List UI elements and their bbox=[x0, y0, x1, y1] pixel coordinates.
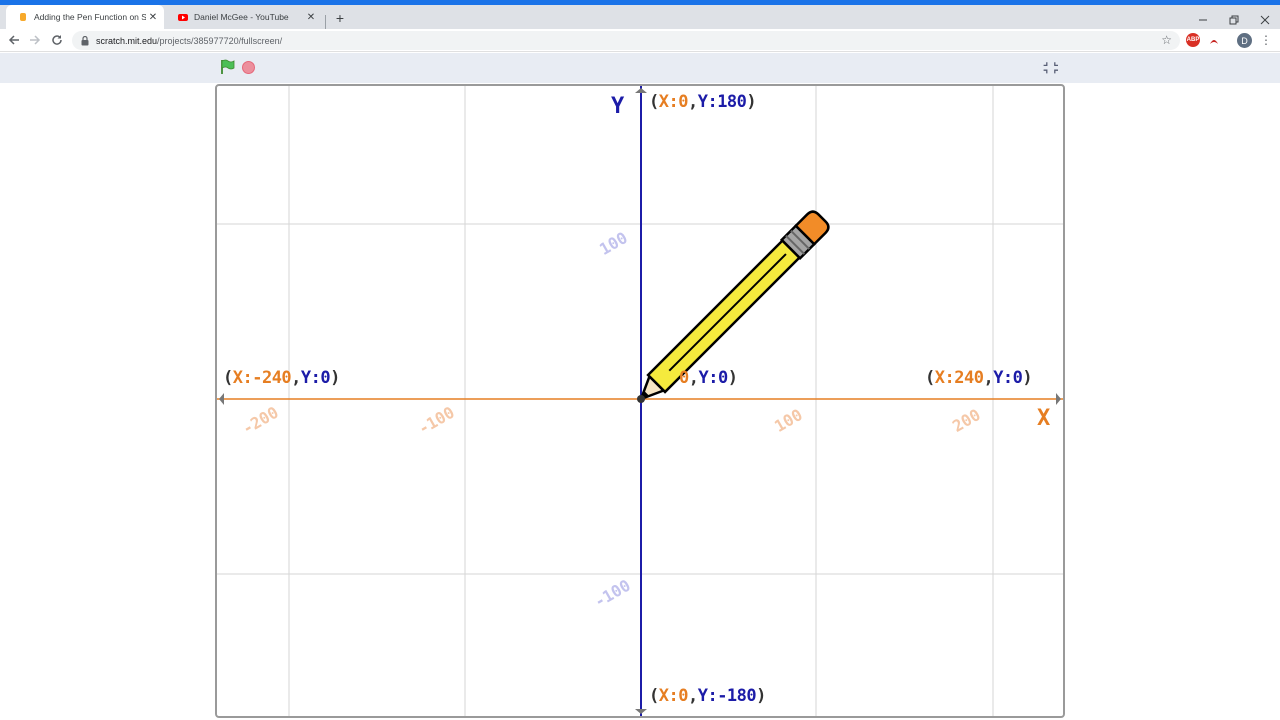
profile-avatar[interactable]: D bbox=[1237, 33, 1252, 48]
youtube-icon bbox=[178, 12, 188, 22]
tab-title: Adding the Pen Function on Scra bbox=[34, 12, 146, 22]
unfullscreen-icon[interactable] bbox=[1042, 59, 1060, 77]
tab-scratch[interactable]: Adding the Pen Function on Scra ✕ bbox=[6, 5, 164, 29]
scratch-icon bbox=[18, 12, 28, 22]
forward-button[interactable] bbox=[27, 32, 43, 48]
url-text: scratch.mit.edu/projects/385977720/fulls… bbox=[96, 35, 283, 46]
bookmark-star-icon[interactable]: ☆ bbox=[1161, 33, 1172, 47]
new-tab-button[interactable]: + bbox=[332, 10, 348, 26]
x-axis-letter: X bbox=[1037, 406, 1051, 431]
right-coordinate-label: (X:240,Y:0) bbox=[925, 368, 1033, 388]
menu-kebab-icon[interactable]: ⋮ bbox=[1260, 33, 1272, 47]
origin-point bbox=[637, 395, 645, 403]
stage-canvas[interactable]: Y X (X:0,Y:180) (X:0,Y:-180) (X:-240,Y:0… bbox=[215, 84, 1065, 718]
pdf-extension-icon[interactable] bbox=[1207, 33, 1221, 47]
reload-button[interactable] bbox=[49, 32, 65, 48]
stage-graphics bbox=[217, 86, 1063, 716]
tab-title: Daniel McGee - YouTube bbox=[194, 12, 289, 22]
tab-close-icon[interactable]: ✕ bbox=[146, 10, 160, 24]
stop-icon[interactable] bbox=[242, 61, 255, 74]
tab-separator bbox=[325, 15, 326, 29]
browser-toolbar: scratch.mit.edu/projects/385977720/fulls… bbox=[0, 29, 1280, 52]
y-axis-top-marker bbox=[635, 88, 647, 93]
back-button[interactable] bbox=[6, 32, 22, 48]
center-coordinate-label: 0,Y:0) bbox=[679, 368, 738, 388]
adblock-extension-icon[interactable]: ABP bbox=[1186, 33, 1200, 47]
green-flag-icon[interactable] bbox=[220, 59, 236, 75]
left-coordinate-label: (X:-240,Y:0) bbox=[223, 368, 340, 388]
player-controls-bar bbox=[0, 53, 1280, 83]
x-axis-left-marker bbox=[219, 393, 224, 405]
tab-close-icon[interactable]: ✕ bbox=[304, 10, 318, 24]
top-coordinate-label: (X:0,Y:180) bbox=[649, 92, 757, 112]
address-bar[interactable]: scratch.mit.edu/projects/385977720/fulls… bbox=[72, 31, 1180, 50]
bottom-coordinate-label: (X:0,Y:-180) bbox=[649, 686, 766, 706]
tab-youtube[interactable]: Daniel McGee - YouTube ✕ bbox=[166, 5, 322, 29]
tab-strip: Adding the Pen Function on Scra ✕ Daniel… bbox=[0, 5, 1280, 29]
lock-icon bbox=[80, 35, 90, 46]
close-window-button[interactable] bbox=[1250, 10, 1280, 30]
y-axis-letter: Y bbox=[611, 94, 625, 119]
minimize-button[interactable] bbox=[1188, 10, 1218, 30]
y-axis-bottom-marker bbox=[635, 709, 647, 714]
x-axis-right-marker bbox=[1056, 393, 1061, 405]
restore-button[interactable] bbox=[1219, 10, 1249, 30]
